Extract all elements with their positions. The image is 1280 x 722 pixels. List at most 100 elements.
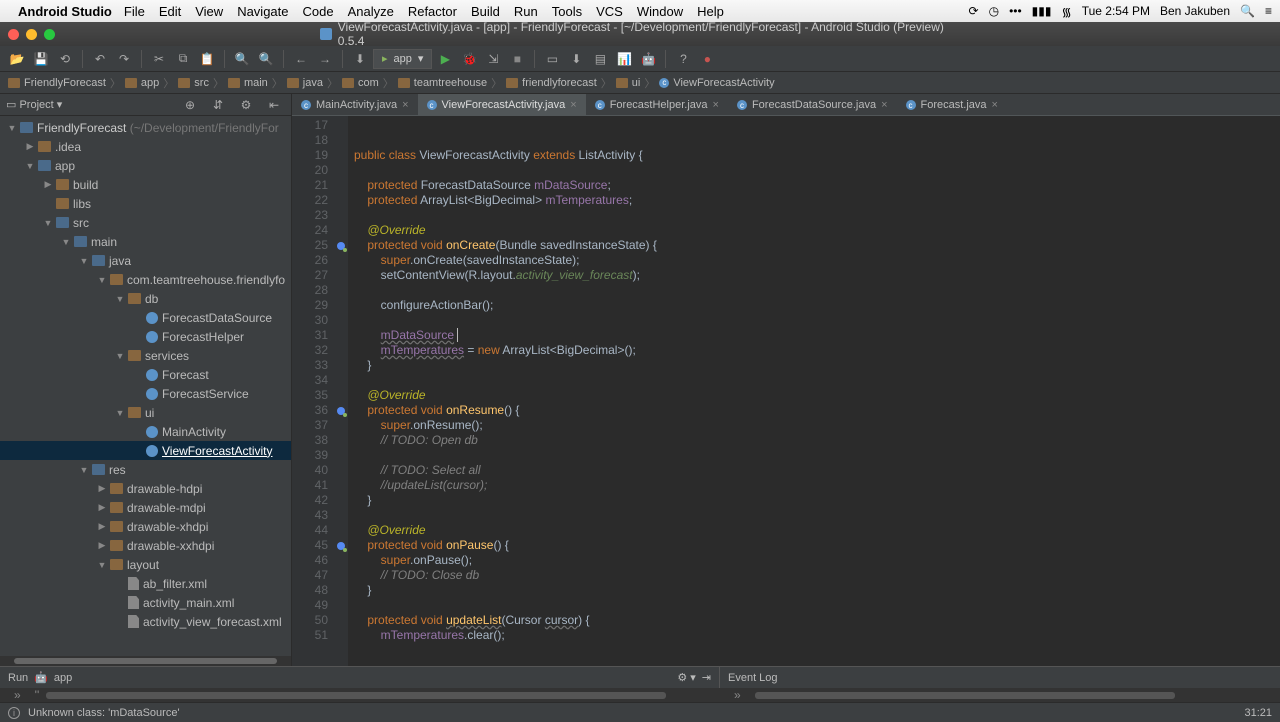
run-config-selector[interactable]: ▸ app ▾ bbox=[373, 49, 432, 69]
run-icon[interactable]: ▶ bbox=[434, 49, 456, 69]
stop-icon[interactable]: ■ bbox=[506, 49, 528, 69]
debug-icon[interactable]: 🐞 bbox=[458, 49, 480, 69]
menu-help[interactable]: Help bbox=[697, 4, 724, 19]
tree-node[interactable]: ▼ui bbox=[0, 403, 291, 422]
tree-node[interactable]: ▶build bbox=[0, 175, 291, 194]
app-name[interactable]: Android Studio bbox=[18, 4, 112, 19]
tree-node[interactable]: ▼app bbox=[0, 156, 291, 175]
minimize-icon[interactable]: ⇥ bbox=[702, 671, 711, 684]
back-icon[interactable]: ← bbox=[290, 49, 312, 69]
editor-tab[interactable]: cForecastHelper.java× bbox=[586, 94, 728, 115]
tree-node[interactable]: ForecastService bbox=[0, 384, 291, 403]
tree-node[interactable]: ForecastHelper bbox=[0, 327, 291, 346]
tree-node[interactable]: ▶drawable-xhdpi bbox=[0, 517, 291, 536]
attach-icon[interactable]: ⇲ bbox=[482, 49, 504, 69]
tree-node[interactable]: ▼res bbox=[0, 460, 291, 479]
close-tab-icon[interactable]: × bbox=[713, 99, 719, 111]
menu-view[interactable]: View bbox=[195, 4, 223, 19]
sidebar-scrollbar[interactable] bbox=[0, 656, 291, 666]
breadcrumb-item[interactable]: FriendlyForecast bbox=[8, 77, 106, 89]
find-icon[interactable]: 🔍 bbox=[231, 49, 253, 69]
scroll-to-icon[interactable]: ⊕ bbox=[179, 95, 201, 115]
tree-node[interactable]: ▼layout bbox=[0, 555, 291, 574]
tree-node[interactable]: ▼src bbox=[0, 213, 291, 232]
event-log-header[interactable]: Event Log bbox=[720, 667, 786, 688]
editor-tab[interactable]: cForecast.java× bbox=[897, 94, 1007, 115]
menu-file[interactable]: File bbox=[124, 4, 145, 19]
wifi-icon[interactable]: ᯾ bbox=[1061, 3, 1071, 20]
breadcrumb-item[interactable]: app bbox=[125, 77, 159, 89]
avd-icon[interactable]: ▭ bbox=[541, 49, 563, 69]
breadcrumb-item[interactable]: java bbox=[287, 77, 323, 89]
zoom-window[interactable] bbox=[44, 29, 55, 40]
breadcrumb-item[interactable]: friendlyforecast bbox=[506, 77, 597, 89]
spotlight-icon[interactable]: 🔍 bbox=[1240, 4, 1255, 18]
ddms-icon[interactable]: ▤ bbox=[589, 49, 611, 69]
bottom-scrollbars[interactable]: » '' » bbox=[0, 688, 1280, 702]
close-tab-icon[interactable]: × bbox=[992, 99, 998, 111]
info-icon[interactable]: i bbox=[8, 707, 20, 719]
minimize-window[interactable] bbox=[26, 29, 37, 40]
collapse-icon[interactable]: ⇵ bbox=[207, 95, 229, 115]
open-icon[interactable]: 📂 bbox=[6, 49, 28, 69]
replace-icon[interactable]: 🔍 bbox=[255, 49, 277, 69]
code-text[interactable]: public class ViewForecastActivity extend… bbox=[348, 116, 1280, 666]
copy-icon[interactable]: ⧉ bbox=[172, 49, 194, 69]
tree-node[interactable]: ▶drawable-mdpi bbox=[0, 498, 291, 517]
tree-node[interactable]: ▶.idea bbox=[0, 137, 291, 156]
user-name[interactable]: Ben Jakuben bbox=[1160, 4, 1230, 18]
menu-build[interactable]: Build bbox=[471, 4, 500, 19]
tree-node[interactable]: activity_main.xml bbox=[0, 593, 291, 612]
tree-node[interactable]: ▼main bbox=[0, 232, 291, 251]
sync-icon[interactable]: ⟳ bbox=[969, 4, 979, 18]
redo-icon[interactable]: ↷ bbox=[113, 49, 135, 69]
breadcrumb-item[interactable]: cViewForecastActivity bbox=[659, 77, 774, 89]
tree-node[interactable]: ▶drawable-hdpi bbox=[0, 479, 291, 498]
tree-node[interactable]: libs bbox=[0, 194, 291, 213]
editor-tab[interactable]: cViewForecastActivity.java× bbox=[418, 94, 586, 115]
help-icon[interactable]: ? bbox=[672, 49, 694, 69]
project-tree[interactable]: ▼ FriendlyForecast (~/Development/Friend… bbox=[0, 116, 291, 656]
tree-node[interactable]: ▼db bbox=[0, 289, 291, 308]
undo-icon[interactable]: ↶ bbox=[89, 49, 111, 69]
save-icon[interactable]: 💾 bbox=[30, 49, 52, 69]
breadcrumb-item[interactable]: main bbox=[228, 77, 268, 89]
clock[interactable]: Tue 2:54 PM bbox=[1082, 4, 1150, 18]
android-icon[interactable]: 🤖 bbox=[637, 49, 659, 69]
breadcrumb-item[interactable]: teamtreehouse bbox=[398, 77, 487, 89]
editor-tab[interactable]: cMainActivity.java× bbox=[292, 94, 418, 115]
tree-node[interactable]: MainActivity bbox=[0, 422, 291, 441]
clock-icon[interactable]: ◷ bbox=[989, 4, 999, 18]
forward-icon[interactable]: → bbox=[314, 49, 336, 69]
menu-vcs[interactable]: VCS bbox=[596, 4, 623, 19]
menu-analyze[interactable]: Analyze bbox=[348, 4, 394, 19]
paste-icon[interactable]: 📋 bbox=[196, 49, 218, 69]
menu-edit[interactable]: Edit bbox=[159, 4, 181, 19]
close-tab-icon[interactable]: × bbox=[881, 99, 887, 111]
tree-node[interactable]: ▼java bbox=[0, 251, 291, 270]
menu-code[interactable]: Code bbox=[303, 4, 334, 19]
project-view-selector[interactable]: ▭ Project ▾ bbox=[6, 98, 62, 111]
tree-node[interactable]: ViewForecastActivity bbox=[0, 441, 291, 460]
tree-node[interactable]: Forecast bbox=[0, 365, 291, 384]
tree-node[interactable]: ab_filter.xml bbox=[0, 574, 291, 593]
tree-node[interactable]: ▼services bbox=[0, 346, 291, 365]
menu-window[interactable]: Window bbox=[637, 4, 683, 19]
sdk-icon[interactable]: ⬇ bbox=[565, 49, 587, 69]
breadcrumb-item[interactable]: com bbox=[342, 77, 379, 89]
tree-node[interactable]: activity_view_forecast.xml bbox=[0, 612, 291, 631]
close-tab-icon[interactable]: × bbox=[570, 99, 576, 111]
gear-icon[interactable]: ⚙ ▾ bbox=[677, 671, 695, 684]
settings-icon[interactable]: ⚙ bbox=[235, 95, 257, 115]
cut-icon[interactable]: ✂ bbox=[148, 49, 170, 69]
menu-tools[interactable]: Tools bbox=[552, 4, 582, 19]
make-icon[interactable]: ⬇ bbox=[349, 49, 371, 69]
gutter-marks[interactable] bbox=[334, 116, 348, 666]
dots-icon[interactable]: ••• bbox=[1009, 4, 1022, 18]
tree-node[interactable]: ▼com.teamtreehouse.friendlyfo bbox=[0, 270, 291, 289]
breadcrumb-item[interactable]: src bbox=[178, 77, 209, 89]
menu-run[interactable]: Run bbox=[514, 4, 538, 19]
signal-icon[interactable]: ▮▮▮ bbox=[1032, 4, 1052, 18]
line-gutter[interactable]: 1718192021222324252627282930313233343536… bbox=[292, 116, 334, 666]
sync-icon[interactable]: ⟲ bbox=[54, 49, 76, 69]
